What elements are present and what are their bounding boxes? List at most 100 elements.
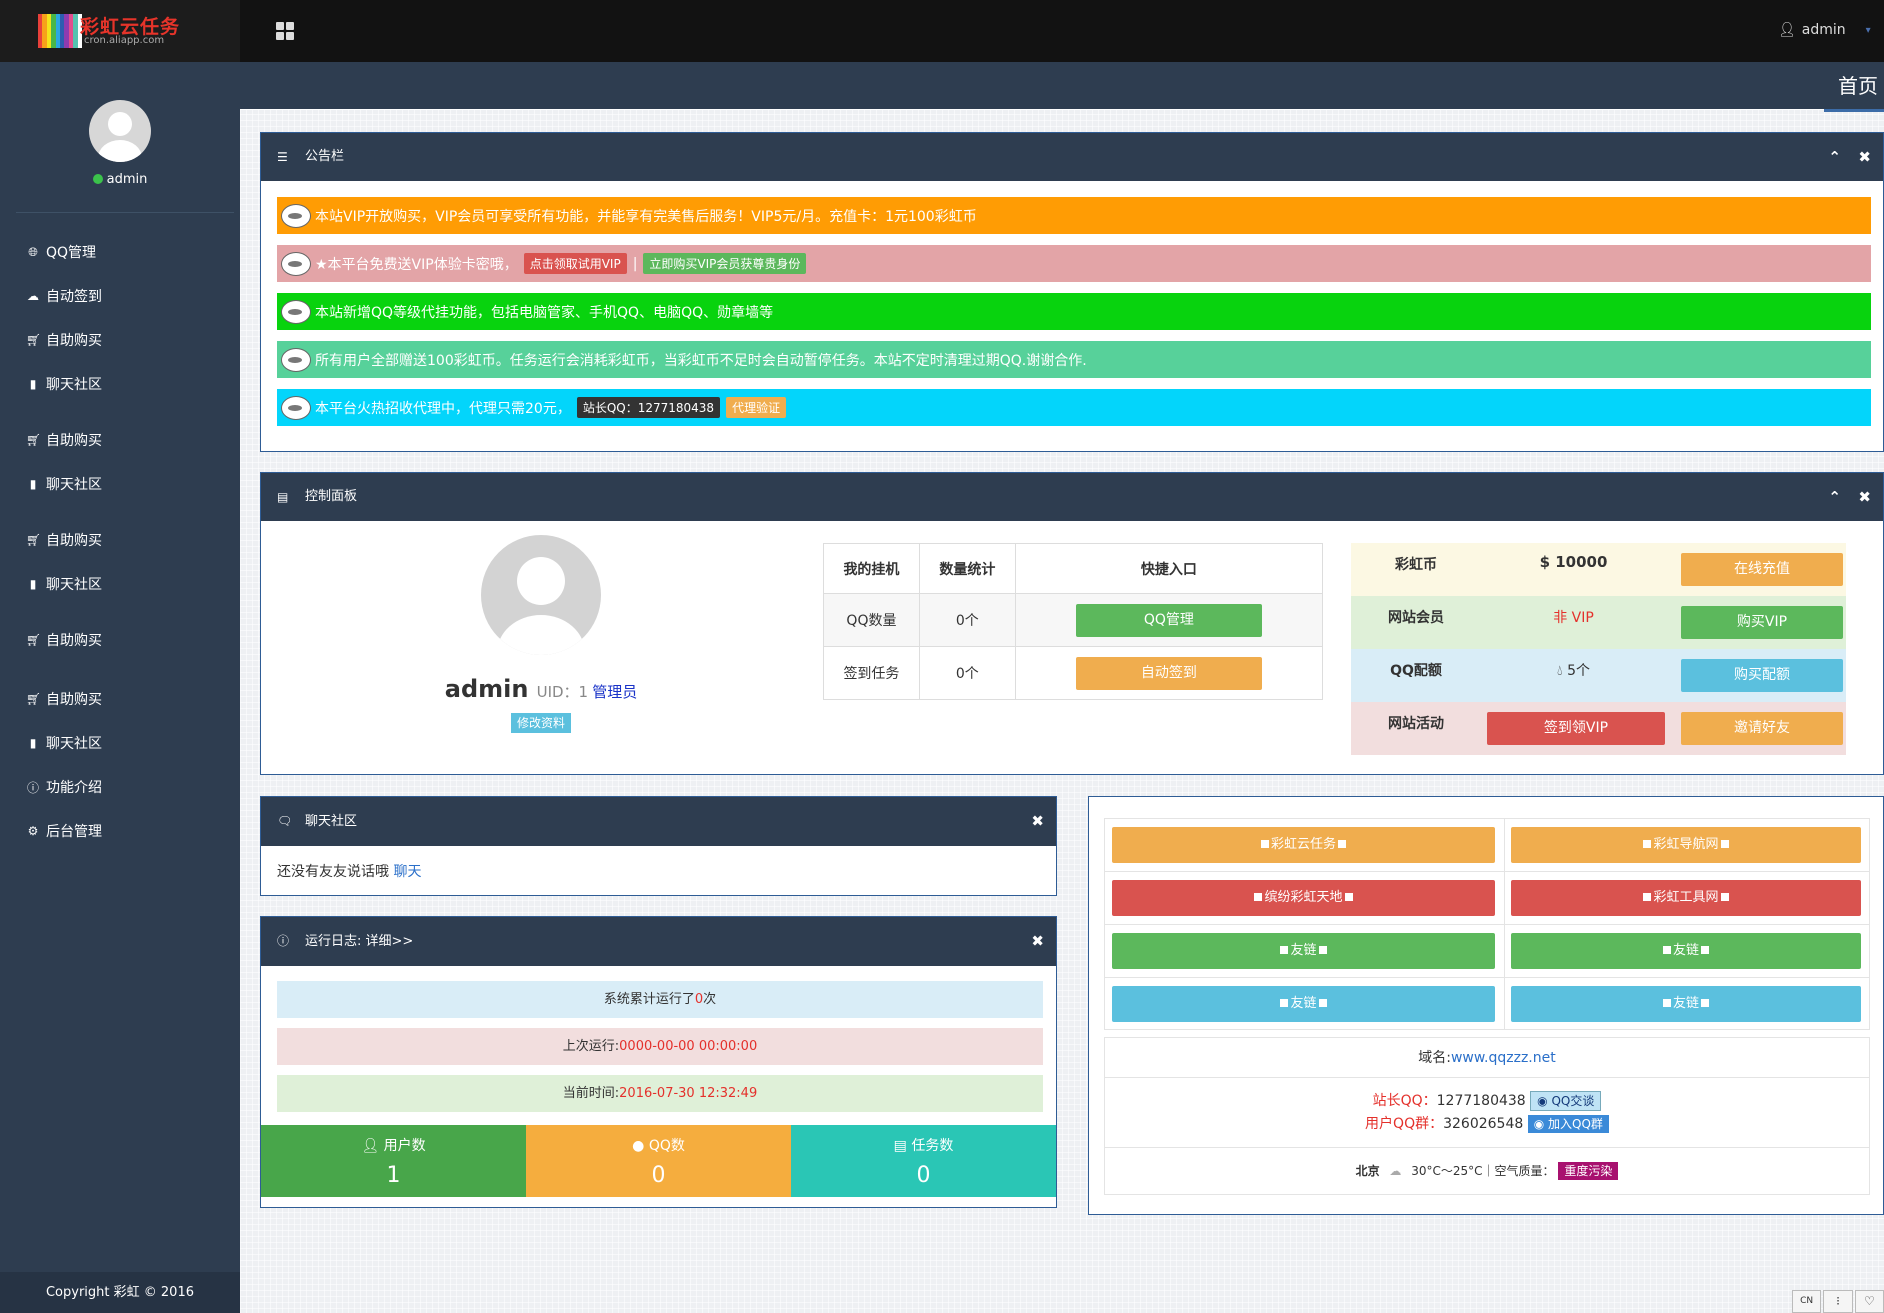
announcement: 本平台火热招收代理中，代理只需20元， 站长QQ：1277180438 代理验证 [277, 389, 1871, 426]
control-panel: ▤ 控制面板 ⌃ ✖ admin UID：1 管理员 修改资料 我的挂机 数量统… [260, 472, 1884, 775]
sidebar-item[interactable]: ⓘ 功能介绍 [26, 777, 216, 797]
grid-menu-icon[interactable] [276, 22, 294, 40]
bookmark-icon [1643, 893, 1652, 901]
chat-link[interactable]: 聊天 [393, 864, 421, 880]
link-button[interactable]: 友链 [1511, 933, 1861, 969]
link-button[interactable]: 彩虹工具网 [1511, 880, 1861, 916]
weather-city: 北京 [1355, 1164, 1380, 1178]
link-button[interactable]: 友链 [1112, 986, 1495, 1022]
comment-icon: ▮ [29, 736, 37, 750]
bookmark-icon [1254, 893, 1263, 901]
sidebar-item[interactable]: ▮ 聊天社区 [26, 474, 216, 494]
dashboard-icon: ▤ [277, 490, 289, 504]
list-icon: ▤ [893, 1138, 907, 1154]
table-cell: 签到任务 [823, 646, 920, 700]
link-button[interactable]: 彩虹导航网 [1511, 827, 1861, 863]
domain-link[interactable]: www.qqzzz.net [1451, 1050, 1556, 1066]
panel-title: 聊天社区 [305, 814, 358, 829]
bookmark-icon [1280, 946, 1289, 954]
buy-vip-link[interactable]: 立即购买VIP会员获尊贵身份 [643, 253, 807, 274]
recharge-button[interactable]: 在线充值 [1681, 553, 1843, 586]
panel-title: 公告栏 [305, 149, 345, 164]
qq-chat-button[interactable]: ◉ QQ交谈 [1530, 1091, 1602, 1111]
table-header: 我的挂机 [823, 543, 920, 594]
sidebar-item[interactable]: 🛒︎ 自助购买 [26, 530, 216, 550]
trial-vip-button[interactable]: 点击领取试用VIP [523, 253, 627, 274]
cow-icon [281, 299, 311, 324]
cow-icon [281, 251, 311, 276]
sidebar-item[interactable]: ▮ 聊天社区 [26, 574, 216, 594]
table-row: QQ配额 💧︎ 5个 购买配额 [1351, 649, 1846, 702]
sidebar-item-label: 功能介绍 [46, 780, 102, 796]
user-icon: 👤︎ [361, 1138, 380, 1154]
profile-line: admin UID：1 管理员 [391, 675, 691, 703]
buy-vip-button[interactable]: 购买VIP [1681, 606, 1843, 639]
collapse-icon[interactable]: ⌃ [1828, 133, 1841, 181]
table-cell: QQ数量 [823, 593, 920, 647]
comment-icon: ▮ [29, 477, 37, 491]
edit-profile-button[interactable]: 修改资料 [511, 713, 571, 733]
comment-icon: ▮ [29, 377, 37, 391]
list-icon: ☰ [277, 150, 288, 164]
profile-uid: UID：1 [536, 683, 589, 701]
vip-status: 非 VIP [1553, 610, 1594, 626]
sidebar-item-label: 自助购买 [46, 633, 102, 649]
close-icon[interactable]: ✖ [1031, 917, 1044, 966]
divider [1105, 977, 1869, 978]
role-link[interactable]: 管理员 [592, 683, 637, 701]
sidebar-item[interactable]: 🌐︎ QQ管理 [26, 242, 216, 262]
chat-icon: 🗨︎ [277, 814, 293, 828]
bookmark-icon [1701, 946, 1709, 954]
join-qq-group-button[interactable]: ◉ 加入QQ群 [1527, 1115, 1609, 1133]
sidebar-item-label: 自助购买 [46, 533, 102, 549]
link-grid: 彩虹云任务 彩虹导航网 缤纷彩虹天地 彩虹工具网 友链 友链 友链 友链 [1104, 818, 1870, 1030]
divider [1105, 871, 1869, 872]
owner-qq-badge: 站长QQ：1277180438 [576, 397, 721, 418]
agent-verify-button[interactable]: 代理验证 [726, 397, 787, 418]
sidebar-item[interactable]: ▮ 聊天社区 [26, 733, 216, 753]
log-detail-link[interactable]: 详细>> [366, 934, 414, 949]
buy-quota-button[interactable]: 购买配额 [1681, 659, 1843, 692]
user-menu[interactable]: 👤︎ admin ▾ [1778, 22, 1871, 38]
link-button[interactable]: 缤纷彩虹天地 [1112, 880, 1495, 916]
close-icon[interactable]: ✖ [1858, 473, 1871, 521]
profile-avatar [481, 535, 601, 655]
sidebar-item[interactable]: ▮ 聊天社区 [26, 374, 216, 394]
close-icon[interactable]: ✖ [1031, 797, 1044, 846]
link-button[interactable]: 彩虹云任务 [1112, 827, 1495, 863]
sidebar-item[interactable]: 🛒︎ 自助购买 [26, 630, 216, 650]
collapse-icon[interactable]: ⌃ [1828, 473, 1841, 521]
sidebar-item[interactable]: ⚙ 后台管理 [26, 821, 216, 841]
bookmark-icon [1662, 946, 1671, 954]
domain-row: 域名:www.qqzzz.net [1105, 1038, 1869, 1078]
quota-value: 💧︎ 5个 [1557, 663, 1590, 679]
info-icon: ⓘ [26, 780, 39, 795]
heart-icon[interactable]: ♡ [1854, 1290, 1884, 1313]
sidebar-item-label: 自助购买 [46, 692, 102, 708]
qq-count-stat: ● QQ数 0 [526, 1125, 791, 1197]
table-row: 网站活动 签到领VIP 邀请好友 [1351, 702, 1846, 755]
copyright: Copyright 彩虹 © 2016 [0, 1272, 240, 1313]
auto-sign-button[interactable]: 自动签到 [1075, 656, 1262, 690]
logo[interactable]: 彩虹云任务 cron.aliapp.com [0, 0, 240, 62]
panel-header: ▤ 控制面板 ⌃ ✖ [261, 473, 1883, 521]
contact-row: 站长QQ：1277180438 ◉ QQ交谈 用户QQ群：326026548 ◉… [1105, 1078, 1869, 1148]
profile-username: admin [444, 675, 529, 703]
announcement: 本站新增QQ等级代挂功能，包括电脑管家、手机QQ、电脑QQ、勋章墙等 [277, 293, 1871, 330]
close-icon[interactable]: ✖ [1858, 133, 1871, 181]
sign-vip-button[interactable]: 签到领VIP [1487, 712, 1665, 745]
sidebar-item[interactable]: ☁ 自动签到 [26, 286, 216, 306]
qq-manage-button[interactable]: QQ管理 [1075, 603, 1262, 637]
breadcrumb[interactable]: 首页 [1824, 70, 1884, 112]
link-button[interactable]: 友链 [1112, 933, 1495, 969]
sidebar-item[interactable]: 🛒︎ 自助购买 [26, 689, 216, 709]
table-cell: 0个 [918, 646, 1016, 700]
sidebar-item[interactable]: 🛒︎ 自助购买 [26, 330, 216, 350]
panel-header: 🗨︎ 聊天社区 ✖ [261, 797, 1056, 846]
invite-friends-button[interactable]: 邀请好友 [1681, 712, 1843, 745]
links-panel: 彩虹云任务 彩虹导航网 缤纷彩虹天地 彩虹工具网 友链 友链 友链 友链 域名:www.qqz… [1088, 796, 1884, 1215]
language-button[interactable]: CN [1792, 1290, 1822, 1313]
sidebar-item[interactable]: 🛒︎ 自助购买 [26, 430, 216, 450]
more-icon[interactable]: ⁝ [1823, 1290, 1853, 1313]
link-button[interactable]: 友链 [1511, 986, 1861, 1022]
